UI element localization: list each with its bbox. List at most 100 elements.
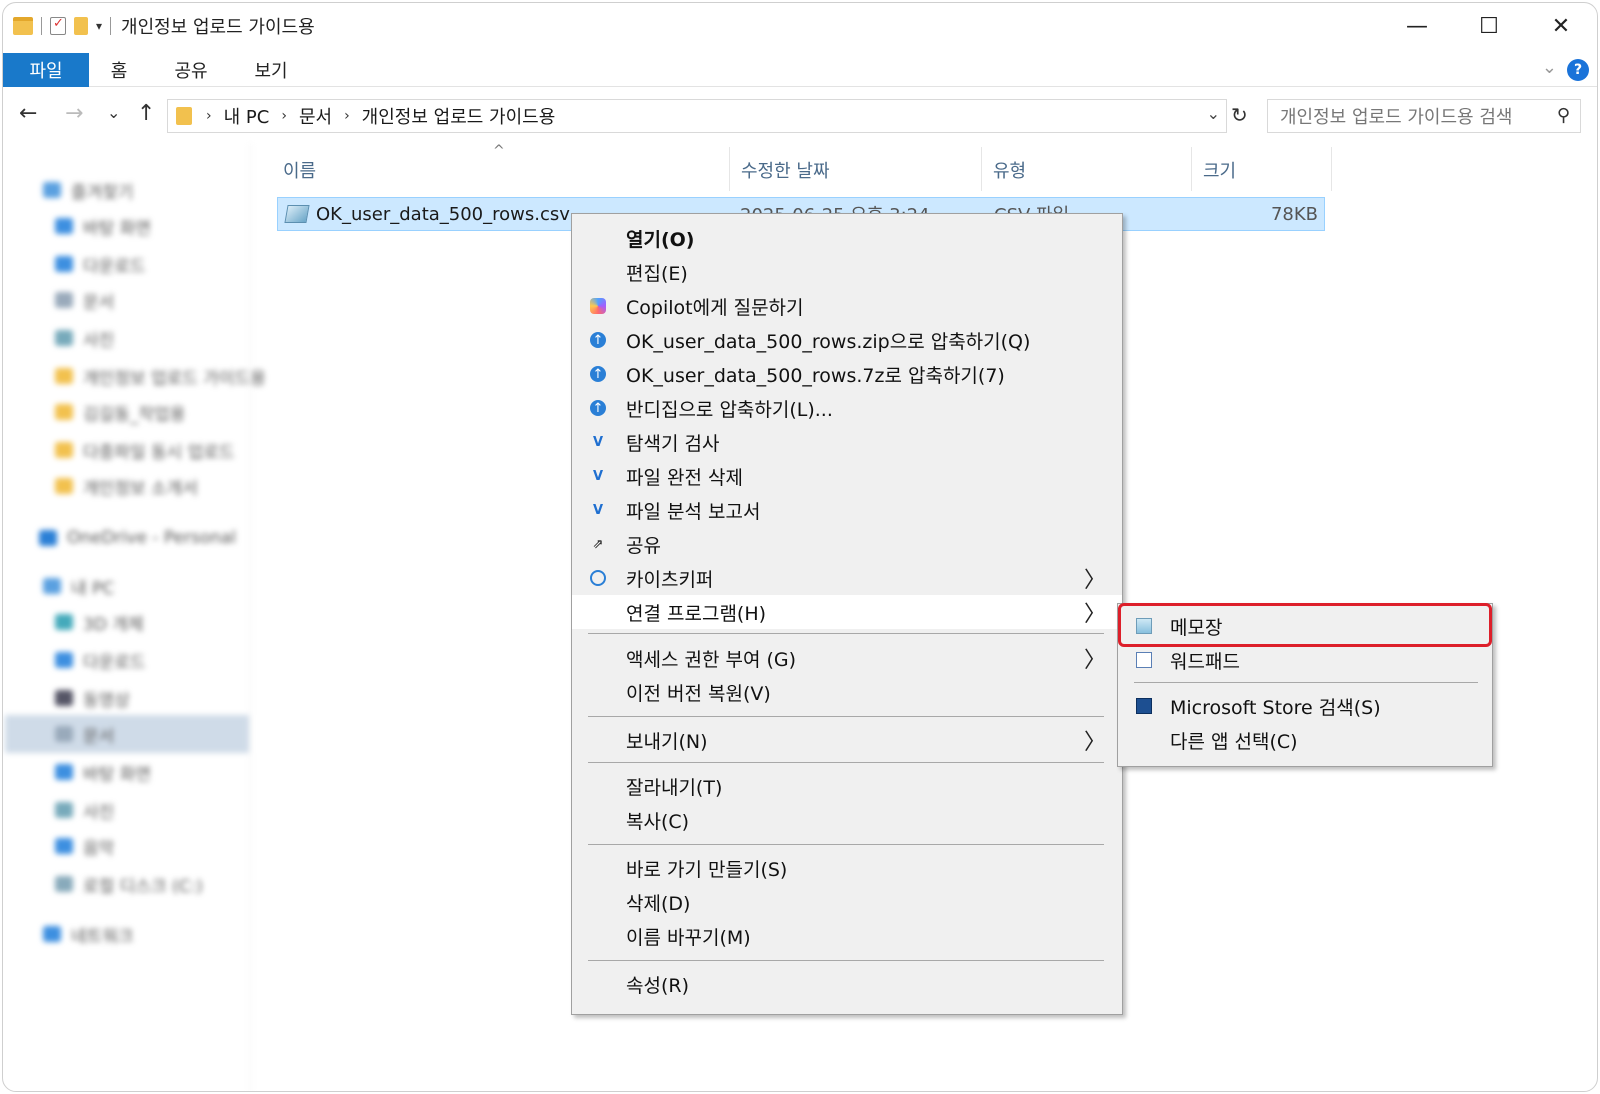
menu-item-compress-zip[interactable]: ↑ OK_user_data_500_rows.zip으로 압축하기(Q) [572, 324, 1122, 356]
divider[interactable] [1191, 147, 1192, 191]
column-header-size[interactable]: 크기 [1203, 157, 1236, 183]
expand-ribbon-icon[interactable]: ⌄ [1542, 57, 1557, 78]
menu-item-properties[interactable]: 속성(R) [572, 968, 1122, 1000]
column-header-type[interactable]: 유형 [993, 157, 1026, 183]
properties-icon[interactable] [50, 16, 66, 35]
sidebar-item-quick-access[interactable]: 즐겨찾기 [43, 177, 134, 203]
folder-icon [13, 17, 33, 35]
close-button[interactable]: ✕ [1525, 3, 1597, 49]
menu-item-create-shortcut[interactable]: 바로 가기 만들기(S) [572, 852, 1122, 884]
breadcrumb-current-folder[interactable]: 개인정보 업로드 가이드용 [362, 103, 556, 129]
refresh-button[interactable]: ↻ [1231, 103, 1248, 127]
ribbon-tabs: 파일 홈 공유 보기 ⌄ ? [3, 49, 1597, 87]
sidebar-item-videos[interactable]: 동영상 [55, 685, 130, 711]
column-header-name[interactable]: 이름 [283, 157, 316, 183]
sidebar-item-network[interactable]: 네트워크 [43, 921, 134, 947]
menu-separator [588, 716, 1104, 717]
sidebar-item-local-disk[interactable]: 로컬 디스크 (C:) [55, 871, 203, 897]
sidebar-item-this-pc[interactable]: 내 PC [43, 573, 114, 599]
submenu-arrow-icon: 〉 [1083, 602, 1106, 627]
menu-separator [588, 960, 1104, 961]
menu-item-bandizip[interactable]: ↑ 반디집으로 압축하기(L)... [572, 392, 1122, 424]
sidebar-item-folder[interactable]: 개인정보 업로드 가이드용 [55, 363, 266, 389]
help-icon[interactable]: ? [1567, 59, 1589, 81]
sidebar-item-documents-selected[interactable]: 문서 [5, 715, 249, 753]
tab-file[interactable]: 파일 [3, 53, 89, 87]
address-dropdown-icon[interactable]: ⌄ [1207, 104, 1220, 123]
menu-item-share[interactable]: ⇗ 공유 [572, 528, 1122, 560]
menu-item-file-report[interactable]: V 파일 분석 보고서 [572, 494, 1122, 526]
desktop-icon [55, 218, 73, 234]
menu-item-secure-delete[interactable]: V 파일 완전 삭제 [572, 460, 1122, 492]
menu-item-compress-7z[interactable]: ↑ OK_user_data_500_rows.7z로 압축하기(7) [572, 358, 1122, 390]
v3-icon: V [592, 502, 604, 518]
new-folder-icon[interactable] [74, 17, 88, 35]
submenu-item-store-search[interactable]: Microsoft Store 검색(S) [1118, 690, 1492, 722]
sidebar-item-desktop[interactable]: 바탕 화면 [55, 759, 151, 785]
navigation-pane: 즐겨찾기 바탕 화면 다운로드 문서 사진 개인정보 업로드 가이드용 김길동_… [3, 143, 266, 1091]
folder-icon [55, 442, 73, 458]
sidebar-item-3d-objects[interactable]: 3D 개체 [55, 609, 144, 635]
search-input[interactable]: 개인정보 업로드 가이드용 검색 ⚲ [1267, 99, 1581, 133]
sidebar-item-folder[interactable]: 개인정보 소개서 [55, 473, 198, 499]
navigation-bar: ← → ⌄ ↑ › 내 PC › 문서 › 개인정보 업로드 가이드용 ⌄ ↻ … [3, 95, 1597, 139]
title-bar: ▾ 개인정보 업로드 가이드용 — ☐ ✕ [3, 3, 1597, 49]
menu-item-open-with[interactable]: 연결 프로그램(H) 〉 [572, 595, 1122, 629]
chevron-right-icon[interactable]: › [206, 108, 212, 124]
tab-share[interactable]: 공유 [171, 53, 211, 87]
tab-home[interactable]: 홈 [99, 53, 139, 87]
breadcrumb-documents[interactable]: 문서 [299, 103, 332, 129]
csv-file-icon [284, 205, 310, 223]
menu-item-explorer-scan[interactable]: V 탐색기 검사 [572, 426, 1122, 458]
sidebar-item-pictures[interactable]: 사진 [55, 797, 114, 823]
maximize-button[interactable]: ☐ [1453, 3, 1525, 49]
sidebar-item-pictures[interactable]: 사진 [55, 325, 114, 351]
divider[interactable] [729, 147, 730, 191]
menu-item-cut[interactable]: 잘라내기(T) [572, 770, 1122, 802]
menu-item-copilot[interactable]: Copilot에게 질문하기 [572, 290, 1122, 322]
divider[interactable] [981, 147, 982, 191]
sidebar-item-desktop[interactable]: 바탕 화면 [55, 213, 151, 239]
forward-button[interactable]: → [65, 101, 83, 126]
chevron-right-icon[interactable]: › [344, 108, 350, 124]
sidebar-item-downloads[interactable]: 다운로드 [55, 251, 146, 277]
star-icon [43, 182, 61, 198]
menu-item-edit[interactable]: 편집(E) [572, 256, 1122, 288]
up-button[interactable]: ↑ [137, 101, 155, 126]
menu-item-give-access[interactable]: 액세스 권한 부여 (G) 〉 [572, 642, 1122, 674]
v3-icon: V [592, 468, 604, 484]
menu-item-kaitskeeper[interactable]: 카이츠키퍼 〉 [572, 562, 1122, 594]
submenu-item-wordpad[interactable]: 워드패드 [1118, 644, 1492, 676]
submenu-item-choose-app[interactable]: 다른 앱 선택(C) [1118, 724, 1492, 756]
address-bar[interactable]: › 내 PC › 문서 › 개인정보 업로드 가이드용 ⌄ [167, 99, 1227, 133]
divider [41, 17, 42, 35]
sidebar-item-onedrive[interactable]: OneDrive - Personal [39, 525, 236, 551]
menu-item-delete[interactable]: 삭제(D) [572, 886, 1122, 918]
menu-item-restore-versions[interactable]: 이전 버전 복원(V) [572, 676, 1122, 708]
sidebar-item-downloads[interactable]: 다운로드 [55, 647, 146, 673]
sidebar-item-folder[interactable]: 김길동_작업용 [55, 399, 185, 425]
menu-item-copy[interactable]: 복사(C) [572, 804, 1122, 836]
sidebar-item-documents[interactable]: 문서 [55, 287, 114, 313]
minimize-button[interactable]: — [1381, 3, 1453, 49]
file-size: 78KB [1270, 203, 1318, 225]
recent-locations-button[interactable]: ⌄ [107, 103, 120, 122]
divider [110, 17, 112, 35]
menu-item-open[interactable]: 열기(O) [572, 222, 1122, 254]
sidebar-item-folder[interactable]: 다중파일 동시 업로드 [55, 437, 235, 463]
back-button[interactable]: ← [19, 101, 37, 126]
file-name: OK_user_data_500_rows.csv [316, 203, 570, 225]
customize-dropdown-icon[interactable]: ▾ [96, 19, 102, 33]
wordpad-icon [1136, 652, 1152, 668]
document-icon [55, 726, 73, 742]
sidebar-item-music[interactable]: 음악 [55, 833, 114, 859]
search-icon[interactable]: ⚲ [1557, 105, 1570, 126]
divider[interactable] [1331, 147, 1332, 191]
chevron-right-icon[interactable]: › [281, 108, 287, 124]
menu-separator [588, 844, 1104, 845]
menu-item-rename[interactable]: 이름 바꾸기(M) [572, 920, 1122, 952]
tab-view[interactable]: 보기 [251, 53, 291, 87]
breadcrumb-this-pc[interactable]: 내 PC [224, 103, 270, 129]
column-header-date[interactable]: 수정한 날짜 [741, 157, 830, 183]
menu-item-send-to[interactable]: 보내기(N) 〉 [572, 724, 1122, 756]
